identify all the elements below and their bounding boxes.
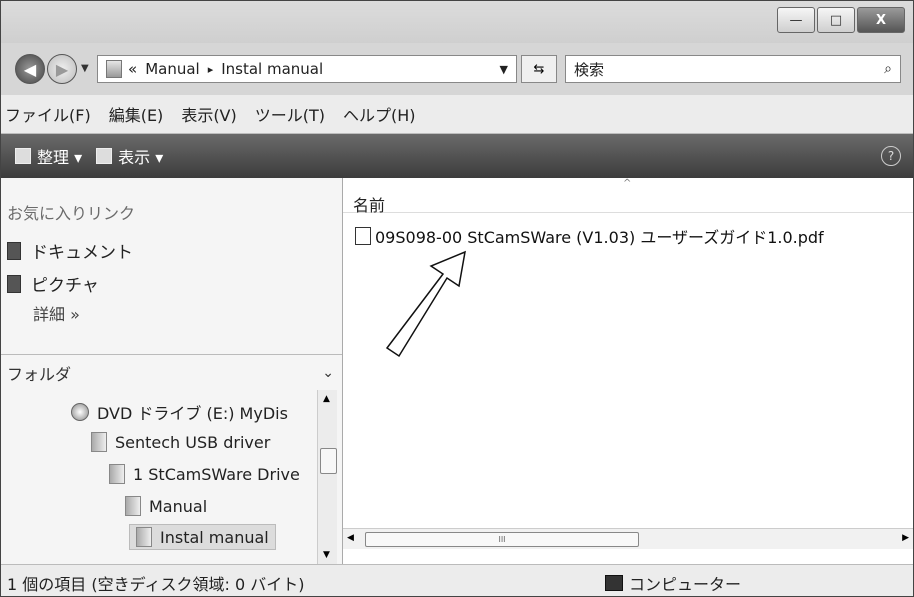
menu-view[interactable]: 表示(V) [181,102,236,126]
address-overflow[interactable]: « [128,60,137,78]
tree-item-label: Instal manual [160,527,269,547]
horizontal-scrollbar[interactable]: ◀ III ▶ [343,528,913,549]
minimize-button[interactable]: — [777,7,815,33]
favorites-title: お気に入りリンク [7,204,136,223]
favorite-pictures-label: ピクチャ [31,276,99,296]
folders-header[interactable]: フォルダ ⌄ [1,354,342,391]
search-input[interactable]: 検索 ⌕ [565,55,901,83]
address-bar[interactable]: « Manual ▸ Instal manual ▼ [97,55,517,83]
search-placeholder: 検索 [574,60,605,79]
window-controls: — □ X [775,7,905,33]
document-icon [7,241,21,260]
scroll-thumb[interactable] [320,448,337,474]
search-icon[interactable]: ⌕ [884,61,892,77]
status-bar: 1 個の項目 (空きディスク領域: 0 バイト) コンピューター [1,564,913,596]
left-arrow-icon: ◀ [23,59,37,79]
navigation-pane: お気に入りリンク ドキュメント ピクチャ 詳細 » フォルダ ⌄ DVD ドライ… [1,178,343,564]
file-name: 09S098-00 StCamSWare (V1.03) ユーザーズガイド1.0… [375,228,824,247]
views-icon [96,148,113,164]
menu-edit[interactable]: 編集(E) [109,102,164,126]
folder-icon [109,464,125,484]
scroll-thumb[interactable]: III [365,532,639,547]
breadcrumb-instal-manual[interactable]: Instal manual [221,60,323,78]
folders-scrollbar[interactable]: ▲ ▼ [317,390,337,564]
menu-file[interactable]: ファイル(F) [5,102,91,126]
more-link[interactable]: 詳細 » [33,301,80,325]
folders-title: フォルダ [7,365,72,384]
scroll-down-icon[interactable]: ▼ [323,550,330,560]
help-button[interactable]: ? [881,146,901,166]
breadcrumb-manual[interactable]: Manual [145,60,200,78]
tree-item-sentech-usb-driver[interactable]: Sentech USB driver [91,432,270,452]
chevron-down-icon[interactable]: ⌄ [322,365,334,381]
computer-icon [605,575,623,591]
tree-item-manual[interactable]: Manual [125,496,207,516]
scroll-left-icon[interactable]: ◀ [347,533,354,543]
tree-item-label: Sentech USB driver [115,432,271,452]
annotation-arrow-shape [385,250,466,358]
folder-icon [125,496,141,516]
folder-icon [106,60,122,78]
pictures-icon [7,274,21,293]
menu-tools[interactable]: ツール(T) [255,102,325,126]
menu-help[interactable]: ヘルプ(H) [343,102,416,126]
annotation-arrow [385,250,466,358]
tree-item-dvd[interactable]: DVD ドライブ (E:) MyDis [71,400,288,424]
tree-item-label: Manual [149,496,208,516]
file-list-pane: ^ 名前 09S098-00 StCamSWare (V1.03) ユーザーズガ… [343,178,913,564]
chevron-down-icon[interactable]: ▼ [500,63,508,76]
title-bar: — □ X [1,1,913,43]
sort-indicator-icon: ^ [623,178,632,189]
breadcrumb-separator[interactable]: ▸ [208,63,214,76]
views-button[interactable]: 表示 ▾ [96,144,163,168]
status-location: コンピューター [605,571,741,595]
tree-item-label: DVD ドライブ (E:) MyDis [97,404,288,423]
organize-label: 整理 ▾ [37,148,83,167]
tree-item-instal-manual[interactable]: Instal manual [129,524,276,550]
right-arrow-icon: ▶ [55,59,69,79]
tree-item-label: 1 StCamSWare Drive [133,464,300,484]
organize-button[interactable]: 整理 ▾ [15,144,82,168]
scroll-right-icon[interactable]: ▶ [902,533,909,543]
favorite-documents[interactable]: ドキュメント [7,238,133,263]
favorite-pictures[interactable]: ピクチャ [7,271,99,296]
refresh-icon: ⇆ [533,61,545,77]
tree-item-stcamsware-drive[interactable]: 1 StCamSWare Drive [109,464,300,484]
menu-bar: ファイル(F) 編集(E) 表示(V) ツール(T) ヘルプ(H) [1,95,913,134]
back-button[interactable]: ◀ [15,54,45,84]
column-header: ^ 名前 [343,178,913,216]
forward-button[interactable]: ▶ [47,54,77,84]
folder-icon [91,432,107,452]
maximize-button[interactable]: □ [817,7,855,33]
folder-icon [136,527,152,547]
explorer-window: — □ X ◀ ▶ ▼ « Manual ▸ Instal manual ▼ ⇆… [0,0,914,597]
scroll-up-icon[interactable]: ▲ [323,394,330,404]
recent-pages-dropdown[interactable]: ▼ [81,63,89,74]
status-item-count: 1 個の項目 (空きディスク領域: 0 バイト) [7,575,305,594]
close-button[interactable]: X [857,7,905,33]
address-row: ◀ ▶ ▼ « Manual ▸ Instal manual ▼ ⇆ 検索 ⌕ [1,43,913,95]
status-location-label: コンピューター [629,575,742,594]
pdf-icon [355,227,371,245]
views-label: 表示 ▾ [118,148,164,167]
refresh-button[interactable]: ⇆ [521,55,557,83]
favorite-documents-label: ドキュメント [31,243,133,263]
organize-icon [15,148,31,164]
file-item-pdf[interactable]: 09S098-00 StCamSWare (V1.03) ユーザーズガイド1.0… [355,224,824,248]
command-toolbar: 整理 ▾ 表示 ▾ ? [1,134,913,178]
dvd-icon [71,403,89,421]
column-name-header[interactable]: 名前 [353,192,385,216]
